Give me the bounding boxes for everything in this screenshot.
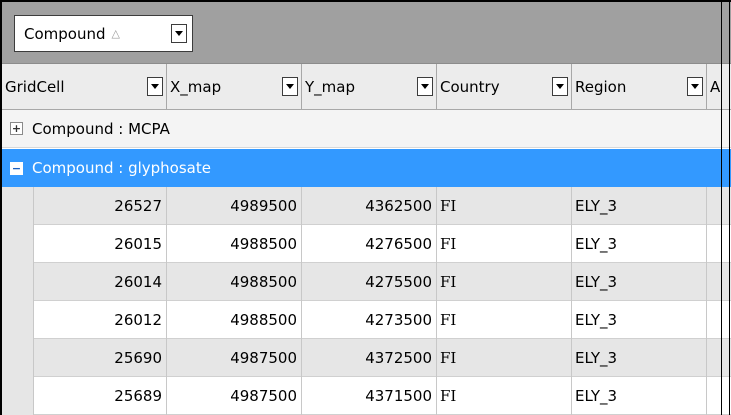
group-by-dropdown-button[interactable] <box>171 24 187 43</box>
group-by-label: Compound <box>24 24 106 43</box>
cell-x-map[interactable]: 4989500 <box>167 187 302 225</box>
table-row[interactable]: 25689 4987500 4371500 FI ELY_3 <box>2 377 731 415</box>
row-indent <box>2 187 34 225</box>
right-border-line <box>721 2 722 415</box>
cell-y-map[interactable]: 4362500 <box>302 187 437 225</box>
group-row-glyphosate[interactable]: − Compound : glyphosate <box>2 149 731 187</box>
cell-x-map[interactable]: 4988500 <box>167 301 302 339</box>
row-indent <box>2 263 34 301</box>
column-header-row: GridCell X_map Y_map Country Region A <box>2 64 731 110</box>
cell-country[interactable]: FI <box>437 339 572 377</box>
column-header-region[interactable]: Region <box>572 64 707 110</box>
cell-y-map[interactable]: 4276500 <box>302 225 437 263</box>
cell-x-map[interactable]: 4987500 <box>167 339 302 377</box>
column-header-x-map[interactable]: X_map <box>167 64 302 110</box>
cell-x-map[interactable]: 4988500 <box>167 263 302 301</box>
row-indent <box>2 377 34 415</box>
group-row-label: Compound : glyphosate <box>32 159 211 177</box>
filter-dropdown-button[interactable] <box>147 77 163 96</box>
column-header-label: Country <box>440 78 500 96</box>
row-indent <box>2 301 34 339</box>
cell-region[interactable]: ELY_3 <box>572 187 707 225</box>
cell-region[interactable]: ELY_3 <box>572 225 707 263</box>
column-header-label: Region <box>575 78 627 96</box>
column-header-partial[interactable]: A <box>707 64 731 110</box>
chevron-down-icon <box>421 84 429 89</box>
table-row[interactable]: 26012 4988500 4273500 FI ELY_3 <box>2 301 731 339</box>
column-header-label: GridCell <box>5 78 65 96</box>
collapse-icon[interactable]: − <box>10 161 23 175</box>
cell-y-map[interactable]: 4371500 <box>302 377 437 415</box>
column-header-label: A <box>710 78 721 96</box>
data-grid: Compound △ GridCell X_map Y_map Country … <box>0 0 731 415</box>
cell-x-map[interactable]: 4988500 <box>167 225 302 263</box>
cell-country[interactable]: FI <box>437 225 572 263</box>
cell-y-map[interactable]: 4372500 <box>302 339 437 377</box>
cell-x-map[interactable]: 4987500 <box>167 377 302 415</box>
column-header-y-map[interactable]: Y_map <box>302 64 437 110</box>
filter-dropdown-button[interactable] <box>687 77 703 96</box>
chevron-down-icon <box>691 84 699 89</box>
right-border-line <box>729 2 730 415</box>
table-row[interactable]: 26015 4988500 4276500 FI ELY_3 <box>2 225 731 263</box>
expand-icon[interactable]: + <box>10 122 23 135</box>
chevron-down-icon <box>556 84 564 89</box>
cell-country[interactable]: FI <box>437 301 572 339</box>
cell-region[interactable]: ELY_3 <box>572 339 707 377</box>
row-indent <box>2 339 34 377</box>
column-header-gridcell[interactable]: GridCell <box>2 64 167 110</box>
filter-dropdown-button[interactable] <box>552 77 568 96</box>
cell-gridcell[interactable]: 26014 <box>34 263 167 301</box>
table-row[interactable]: 26527 4989500 4362500 FI ELY_3 <box>2 187 731 225</box>
sort-ascending-icon[interactable]: △ <box>112 28 120 39</box>
cell-country[interactable]: FI <box>437 377 572 415</box>
cell-y-map[interactable]: 4273500 <box>302 301 437 339</box>
column-header-label: X_map <box>170 78 222 96</box>
cell-gridcell[interactable]: 25690 <box>34 339 167 377</box>
filter-dropdown-button[interactable] <box>282 77 298 96</box>
cell-gridcell[interactable]: 26527 <box>34 187 167 225</box>
cell-gridcell[interactable]: 25689 <box>34 377 167 415</box>
chevron-down-icon <box>151 84 159 89</box>
table-row[interactable]: 25690 4987500 4372500 FI ELY_3 <box>2 339 731 377</box>
group-by-panel: Compound △ <box>2 2 731 64</box>
cell-gridcell[interactable]: 26015 <box>34 225 167 263</box>
row-indent <box>2 225 34 263</box>
group-row-label: Compound : MCPA <box>32 119 170 138</box>
cell-region[interactable]: ELY_3 <box>572 377 707 415</box>
cell-country[interactable]: FI <box>437 263 572 301</box>
filter-dropdown-button[interactable] <box>417 77 433 96</box>
column-header-country[interactable]: Country <box>437 64 572 110</box>
chevron-down-icon <box>286 84 294 89</box>
cell-region[interactable]: ELY_3 <box>572 263 707 301</box>
table-body: 26527 4989500 4362500 FI ELY_3 26015 498… <box>2 187 731 415</box>
cell-gridcell[interactable]: 26012 <box>34 301 167 339</box>
cell-country[interactable]: FI <box>437 187 572 225</box>
group-row-mcpa[interactable]: + Compound : MCPA <box>2 110 731 148</box>
group-by-chip-compound[interactable]: Compound △ <box>14 15 193 52</box>
cell-y-map[interactable]: 4275500 <box>302 263 437 301</box>
table-row[interactable]: 26014 4988500 4275500 FI ELY_3 <box>2 263 731 301</box>
column-header-label: Y_map <box>305 78 355 96</box>
cell-region[interactable]: ELY_3 <box>572 301 707 339</box>
chevron-down-icon <box>175 31 183 36</box>
